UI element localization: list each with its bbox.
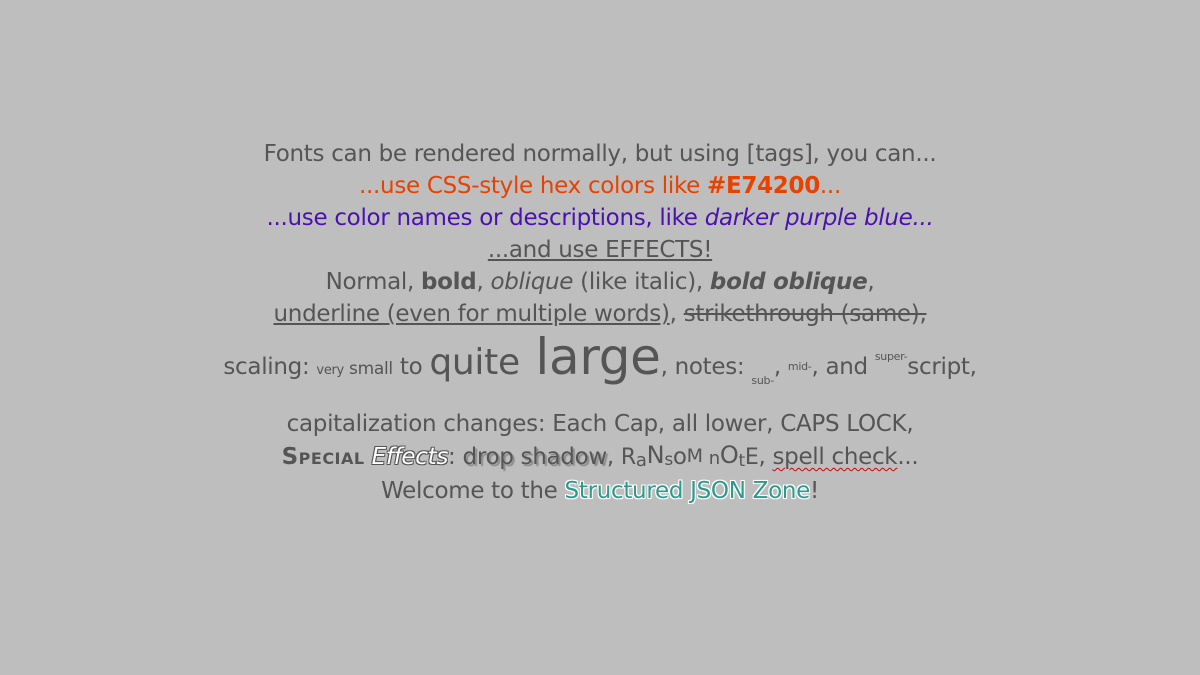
line-special-effects: Special Effects: drop shadow, RaNsoM nOt… xyxy=(0,440,1200,475)
effects-heading-text: ...and use EFFECTS! xyxy=(487,237,713,263)
scaling-label: scaling: xyxy=(223,354,317,380)
special-comma-2: , xyxy=(758,444,773,470)
notes-text: , notes: xyxy=(660,354,752,380)
line-hex-colors: ...use CSS-style hex colors like #E74200… xyxy=(0,170,1200,202)
styles-comma: , xyxy=(476,269,491,295)
special-text: Special xyxy=(281,444,365,470)
quite-text: quite xyxy=(429,342,520,383)
ransom-note-text: RaNsoM nOtE xyxy=(620,441,759,471)
line-intro: Fonts can be rendered normally, but usin… xyxy=(0,138,1200,170)
strikethrough-text: strikethrough (same), xyxy=(683,301,927,327)
font-demo-text-block: Fonts can be rendered normally, but usin… xyxy=(0,138,1200,507)
decorations-comma: , xyxy=(669,301,684,327)
notes-comma: , xyxy=(773,354,788,380)
styles-end-comma: , xyxy=(867,269,875,295)
capitalization-text: capitalization changes: Each Cap, all lo… xyxy=(286,411,914,437)
special-colon: : xyxy=(448,444,463,470)
line-effects-heading: ...and use EFFECTS! xyxy=(0,234,1200,266)
bold-oblique-text: bold oblique xyxy=(709,269,868,295)
welcome-text: Welcome to the xyxy=(381,478,565,504)
like-italic-text: (like italic), xyxy=(573,269,710,295)
bold-text: bold xyxy=(421,269,477,295)
line-color-names: ...use color names or descriptions, like… xyxy=(0,202,1200,234)
welcome-exclamation: ! xyxy=(810,478,819,504)
midscript-text: mid- xyxy=(787,360,812,373)
hex-colors-text: ...use CSS-style hex colors like xyxy=(359,173,708,199)
and-text: , and xyxy=(811,354,875,380)
underline-text: underline (even for multiple words) xyxy=(273,301,670,327)
small-text: small xyxy=(343,359,393,379)
subscript-text: sub- xyxy=(751,374,774,387)
superscript-text: super- xyxy=(874,350,908,363)
drop-shadow-text: drop shadow xyxy=(462,444,608,470)
effects-outline-text: Effects xyxy=(371,444,449,470)
script-text: script, xyxy=(907,354,977,380)
spell-check-text: spell check xyxy=(772,444,898,470)
special-ellipsis: ... xyxy=(897,444,919,470)
json-zone-text: Structured JSON Zone xyxy=(564,478,811,504)
line-capitalization: capitalization changes: Each Cap, all lo… xyxy=(0,408,1200,440)
color-names-text: ...use color names or descriptions, like xyxy=(266,205,705,231)
line-welcome: Welcome to the Structured JSON Zone! xyxy=(0,475,1200,507)
large-text: large xyxy=(519,328,661,386)
oblique-text: oblique xyxy=(490,269,574,295)
line-styles: Normal, bold, oblique (like italic), bol… xyxy=(0,266,1200,298)
normal-text: Normal, xyxy=(325,269,422,295)
line-decorations: underline (even for multiple words), str… xyxy=(0,298,1200,330)
intro-text: Fonts can be rendered normally, but usin… xyxy=(263,141,937,167)
special-comma: , xyxy=(606,444,621,470)
very-text: very xyxy=(316,363,344,378)
color-example-text: darker purple blue... xyxy=(704,205,934,231)
hex-code-text: #E74200 xyxy=(707,173,820,199)
to-text: to xyxy=(392,354,430,380)
hex-ellipsis: ... xyxy=(819,173,841,199)
line-scaling: scaling: very small to quite large, note… xyxy=(0,330,1200,408)
